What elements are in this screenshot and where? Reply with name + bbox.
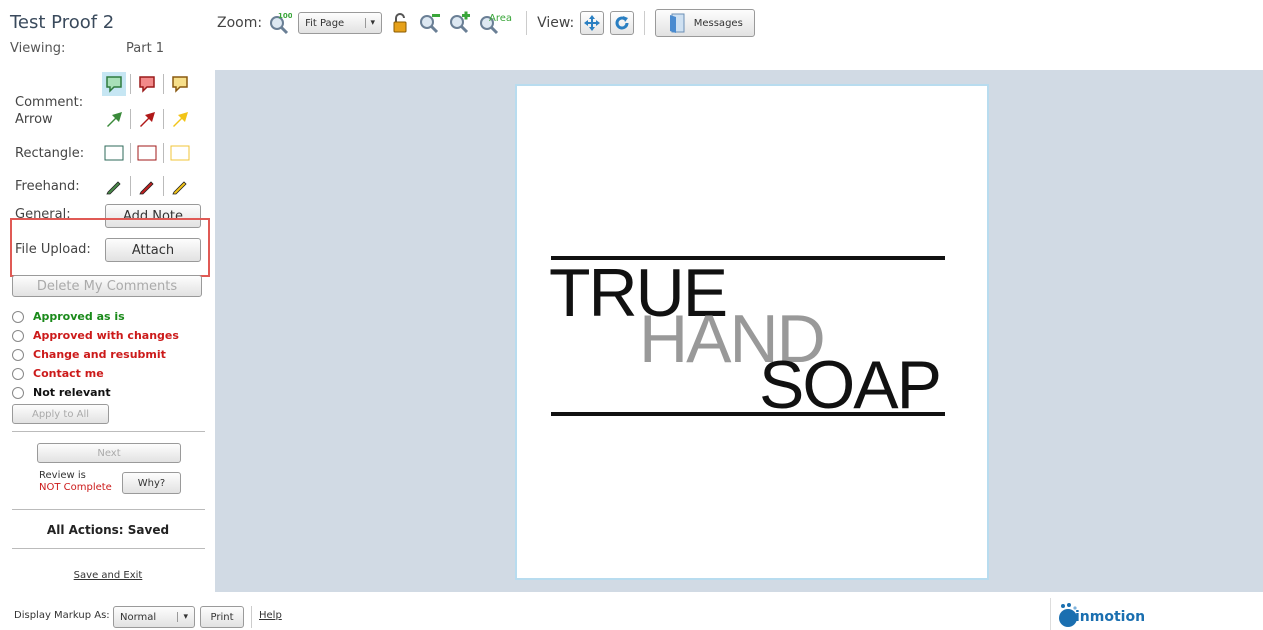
footer-divider [251,606,252,628]
tool-divider [163,74,164,94]
messages-button[interactable]: Messages [655,9,756,37]
proof-page[interactable]: TRUE HAND SOAP [515,84,989,580]
status-label: Not relevant [33,386,111,399]
zoom-select[interactable]: Fit Page ▾ [298,12,383,34]
rectangle-yellow-icon[interactable] [168,141,192,165]
arrow-green-icon[interactable] [102,107,126,131]
pan-move-icon[interactable] [580,11,605,35]
divider [12,548,205,549]
status-change-and-resubmit[interactable]: Change and resubmit [12,348,166,361]
display-markup-label: Display Markup As: [14,610,110,621]
viewing-label: Viewing: [10,41,66,56]
arrow-label: Arrow [15,112,53,127]
divider [12,509,205,510]
proof-viewer[interactable]: TRUE HAND SOAP [215,70,1263,592]
status-label: Approved with changes [33,329,179,342]
lock-icon[interactable] [388,11,412,35]
apply-to-all-button[interactable]: Apply to All [12,404,109,424]
zoom-select-value: Fit Page [305,17,345,29]
status-label: Approved as is [33,310,125,323]
view-label: View: [537,15,575,31]
status-approved-with-changes[interactable]: Approved with changes [12,329,179,342]
toolbar-divider [644,11,646,35]
zoom-out-icon[interactable] [418,11,442,35]
toolbar-divider [526,11,528,35]
proof-title: Test Proof 2 [10,12,115,33]
arrow-tools [102,107,192,131]
zoom-area-icon[interactable]: Area [478,11,516,35]
top-toolbar: Zoom: 100% Fit Page ▾ [217,7,756,39]
tool-divider [163,109,164,129]
messages-label: Messages [693,17,743,29]
radio-button[interactable] [12,386,24,399]
freehand-label: Freehand: [15,179,80,194]
divider [12,431,205,432]
status-label: Change and resubmit [33,348,166,361]
status-contact-me[interactable]: Contact me [12,367,104,380]
status-label: Contact me [33,367,104,380]
comment-yellow-icon[interactable] [168,72,192,96]
rectangle-green-icon[interactable] [102,141,126,165]
zoom-area-text: Area [489,13,512,24]
viewing-part: Part 1 [126,41,165,56]
zoom-100-icon[interactable]: 100% [268,11,292,35]
delete-my-comments-button[interactable]: Delete My Comments [12,275,202,297]
arrow-red-icon[interactable] [135,107,159,131]
radio-button[interactable] [12,329,24,342]
annotation-highlight-box [10,218,210,277]
review-is-label: Review is [39,470,86,481]
comment-tools [102,72,192,96]
tool-divider [130,109,131,129]
radio-button[interactable] [12,348,24,361]
chevron-down-icon: ▾ [177,612,188,622]
tool-divider [163,143,164,163]
status-not-relevant[interactable]: Not relevant [12,386,111,399]
comment-green-icon[interactable] [102,72,126,96]
arrow-yellow-icon[interactable] [168,107,192,131]
chevron-down-icon: ▾ [364,18,375,28]
inmotion-logo: inmotion [1050,598,1150,630]
display-markup-select[interactable]: Normal ▾ [113,606,195,628]
tool-divider [130,176,131,196]
rectangle-red-icon[interactable] [135,141,159,165]
radio-button[interactable] [12,310,24,323]
rectangle-tools [102,141,192,165]
inmotion-logo-text: inmotion [1075,609,1146,625]
tool-divider [130,74,131,94]
messages-icon [669,13,685,33]
next-button[interactable]: Next [37,443,181,463]
display-markup-value: Normal [120,611,157,623]
radio-button[interactable] [12,367,24,380]
freehand-tools [102,174,192,198]
logo-bottom-rule [551,412,945,416]
tool-divider [163,176,164,196]
status-approved-as-is[interactable]: Approved as is [12,310,125,323]
review-not-complete: NOT Complete [39,482,112,493]
rectangle-label: Rectangle: [15,146,85,161]
help-link[interactable]: Help [259,610,282,621]
why-button[interactable]: Why? [122,472,181,494]
pencil-green-icon[interactable] [102,174,126,198]
footer-bar: Display Markup As: Normal ▾ Print Help i… [0,598,1263,630]
comment-red-icon[interactable] [135,72,159,96]
all-actions-status: All Actions: Saved [46,523,170,537]
tool-divider [130,143,131,163]
rotate-icon[interactable] [610,11,635,35]
pencil-yellow-icon[interactable] [168,174,192,198]
review-status: Review is NOT Complete [39,470,112,494]
save-and-exit-link[interactable]: Save and Exit [0,570,216,581]
pencil-red-icon[interactable] [135,174,159,198]
comment-label: Comment: [15,95,84,110]
print-button[interactable]: Print [200,606,244,628]
zoom-label: Zoom: [217,15,263,31]
zoom-in-icon[interactable] [448,11,472,35]
zoom-100-text: 100% [278,12,292,20]
